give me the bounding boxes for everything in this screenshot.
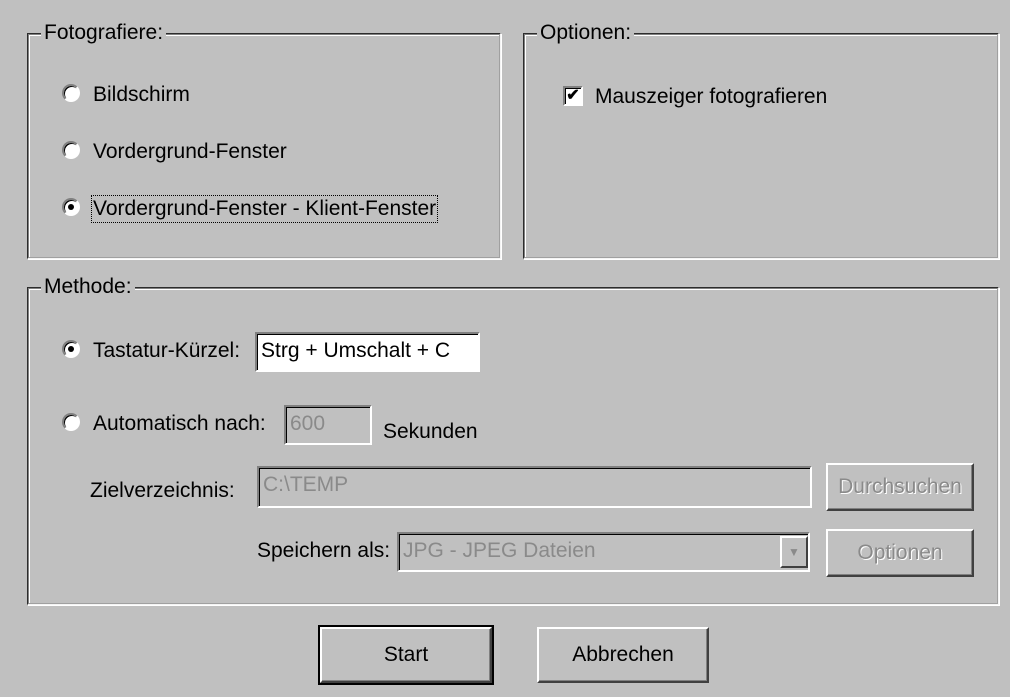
radio-bildschirm[interactable] — [62, 84, 80, 102]
hotkey-label[interactable]: Tastatur-Kürzel: — [93, 339, 240, 363]
radio-selected-dot — [68, 204, 74, 210]
format-options-button[interactable]: Optionen — [826, 529, 974, 577]
radio-bildschirm-label[interactable]: Bildschirm — [93, 83, 190, 107]
method-legend: Methode: — [41, 275, 135, 299]
radio-auto[interactable] — [62, 413, 80, 431]
radio-klient-fenster[interactable] — [62, 198, 80, 216]
mouse-pointer-label[interactable]: Mauszeiger fotografieren — [595, 85, 827, 109]
cancel-button[interactable]: Abbrechen — [537, 627, 709, 683]
radio-vordergrund-fenster-label[interactable]: Vordergrund-Fenster — [93, 140, 287, 164]
browse-button[interactable]: Durchsuchen — [826, 463, 974, 511]
save-as-select[interactable]: JPG - JPEG Dateien ▼ — [397, 532, 810, 572]
radio-vordergrund-fenster[interactable] — [62, 141, 80, 159]
radio-klient-fenster-label[interactable]: Vordergrund-Fenster - Klient-Fenster — [90, 195, 439, 223]
target-dir-input[interactable]: C:\TEMP — [257, 466, 812, 508]
options-groupbox: Optionen: — [523, 21, 999, 259]
save-as-value: JPG - JPEG Dateien — [403, 539, 596, 562]
mouse-pointer-checkbox[interactable]: ✔ — [563, 86, 583, 106]
seconds-unit-label: Sekunden — [383, 420, 478, 443]
radio-hotkey[interactable] — [62, 340, 80, 358]
auto-label[interactable]: Automatisch nach: — [93, 412, 266, 436]
save-as-label: Speichern als: — [257, 539, 391, 562]
options-legend: Optionen: — [537, 21, 635, 45]
radio-selected-dot — [68, 346, 74, 352]
target-dir-label: Zielverzeichnis: — [90, 479, 235, 502]
capture-legend: Fotografiere: — [41, 21, 167, 45]
auto-seconds-input[interactable]: 600 — [284, 405, 372, 445]
start-button[interactable]: Start — [318, 625, 494, 685]
hotkey-input[interactable]: Strg + Umschalt + C — [255, 332, 480, 372]
chevron-down-icon[interactable]: ▼ — [780, 536, 808, 568]
